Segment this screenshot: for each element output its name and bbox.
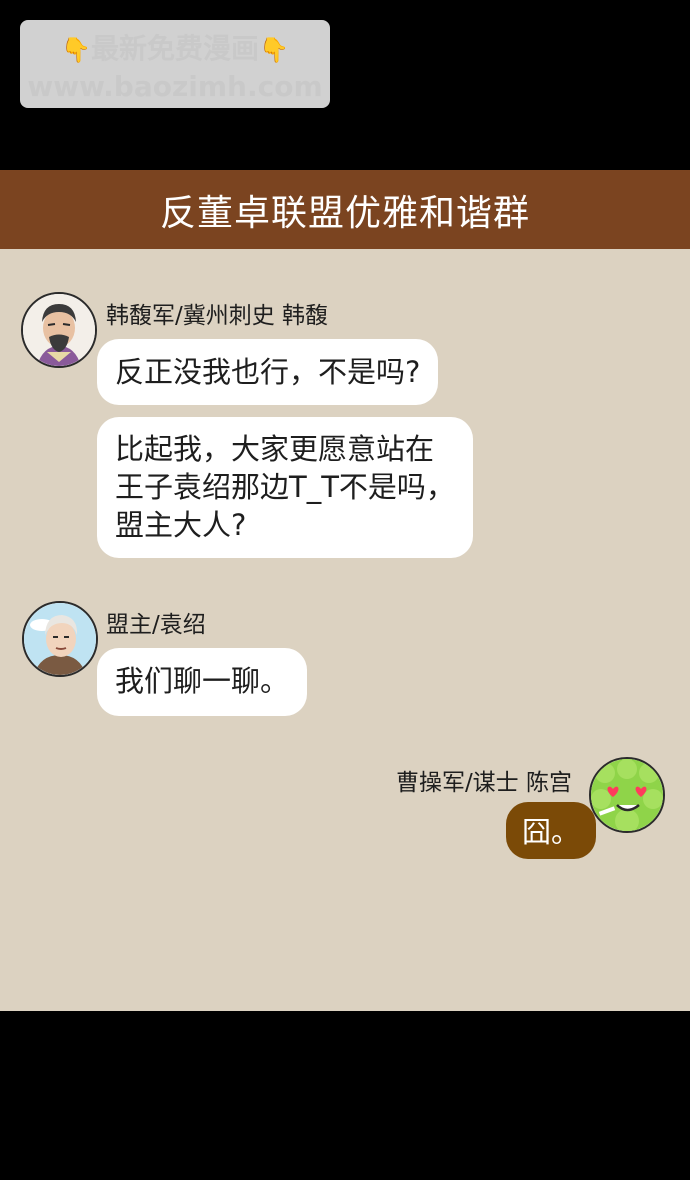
sender-name-yuan-shao: 盟主/袁绍	[106, 612, 206, 638]
sender-name-chen-gong: 曹操军/谋士 陈宫	[395, 770, 572, 796]
own-message-bubble: 囧。	[506, 802, 597, 859]
pointing-down-icon: 👇	[61, 36, 91, 64]
pointing-down-icon: 👇	[259, 36, 289, 64]
sender-name-han-fu: 韩馥军/冀州刺史 韩馥	[106, 303, 329, 329]
watermark-url: www.baozimh.com	[27, 70, 323, 103]
watermark-line1: 👇最新免费漫画👇	[61, 32, 289, 65]
group-chat-title: 反董卓联盟优雅和谐群	[0, 170, 690, 249]
message-bubble: 比起我，大家更愿意站在 王子袁绍那边T_T不是吗， 盟主大人?	[97, 417, 473, 558]
chat-panel: 韩馥军/冀州刺史 韩馥 反正没我也行，不是吗? 比起我，大家更愿意站在 王子袁绍…	[0, 249, 690, 1011]
yuan-shao-avatar[interactable]	[22, 601, 98, 677]
watermark-banner: 👇最新免费漫画👇 www.baozimh.com	[20, 20, 330, 108]
message-bubble: 反正没我也行，不是吗?	[97, 339, 439, 405]
chen-gong-avatar[interactable]	[589, 757, 665, 833]
message-bubble: 我们聊一聊。	[97, 648, 308, 716]
han-fu-avatar[interactable]	[21, 292, 97, 368]
